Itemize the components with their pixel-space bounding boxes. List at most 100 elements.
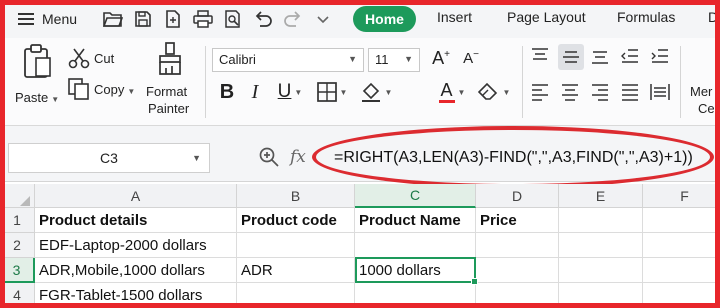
chevron-down-icon: ▼ xyxy=(404,54,413,64)
cell-b3[interactable]: ADR xyxy=(237,258,355,283)
row-header-3[interactable]: 3 xyxy=(0,258,35,283)
align-bottom-button[interactable] xyxy=(590,46,612,68)
cell-f4[interactable] xyxy=(643,283,720,308)
formula-input[interactable]: =RIGHT(A3,LEN(A3)-FIND(",",A3,FIND(",",A… xyxy=(334,149,693,167)
cell-c4[interactable] xyxy=(355,283,476,308)
spreadsheet-grid: A B C D E F 1 2 3 4 Product details Prod… xyxy=(0,184,720,308)
cell-f2[interactable] xyxy=(643,233,720,258)
cell-a2[interactable]: EDF-Laptop-2000 dollars xyxy=(35,233,237,258)
align-right-button[interactable] xyxy=(590,82,612,104)
tab-insert[interactable]: Insert xyxy=(437,9,472,25)
paintbrush-icon xyxy=(159,42,181,75)
cell-b4[interactable] xyxy=(237,283,355,308)
fill-color-icon xyxy=(361,82,380,102)
font-size-select[interactable]: 11 ▼ xyxy=(368,48,420,72)
cell-f3[interactable] xyxy=(643,258,720,283)
cell-d2[interactable] xyxy=(476,233,559,258)
underline-icon: U xyxy=(277,81,292,102)
row-header-1[interactable]: 1 xyxy=(0,208,35,233)
print-preview-icon[interactable] xyxy=(222,8,244,30)
cell-d4[interactable] xyxy=(476,283,559,308)
divider xyxy=(522,46,523,118)
font-color-icon: A xyxy=(438,81,455,103)
menu-button[interactable]: Menu xyxy=(18,8,77,30)
cell-a3[interactable]: ADR,Mobile,1000 dollars xyxy=(35,258,237,283)
undo-icon[interactable] xyxy=(252,8,274,30)
font-name-select[interactable]: Calibri ▼ xyxy=(212,48,364,72)
cell-c2[interactable] xyxy=(355,233,476,258)
scissors-icon xyxy=(68,48,90,69)
cut-button[interactable]: Cut xyxy=(68,47,128,71)
save-icon[interactable] xyxy=(132,8,154,30)
cell-e2[interactable] xyxy=(559,233,643,258)
paste-button[interactable]: Paste ▼ xyxy=(14,44,62,114)
clipboard-icon xyxy=(24,44,51,78)
cell-b2[interactable] xyxy=(237,233,355,258)
underline-button[interactable]: U ▼ xyxy=(272,78,308,106)
format-painter-label-2: Painter xyxy=(148,101,190,116)
cell-a1[interactable]: Product details xyxy=(35,208,237,233)
justify-button[interactable] xyxy=(620,82,642,104)
tab-home[interactable]: Home xyxy=(353,6,416,32)
borders-button[interactable]: ▼ xyxy=(312,78,352,106)
column-header-c[interactable]: C xyxy=(355,184,476,208)
redo-icon[interactable] xyxy=(282,8,304,30)
clear-format-button[interactable]: ▼ xyxy=(474,78,514,106)
copy-button[interactable]: Copy ▼ xyxy=(68,78,140,102)
more-icon[interactable] xyxy=(312,8,334,30)
print-icon[interactable] xyxy=(192,8,214,30)
chevron-down-icon: ▼ xyxy=(348,54,357,64)
decrease-indent-button[interactable] xyxy=(620,46,642,68)
cell-a4[interactable]: FGR-Tablet-1500 dollars xyxy=(35,283,237,308)
shrink-font-icon: A− xyxy=(463,49,479,67)
distributed-button[interactable] xyxy=(650,82,672,104)
fill-color-button[interactable]: ▼ xyxy=(356,78,396,106)
bold-button[interactable]: B xyxy=(214,78,240,106)
cell-e4[interactable] xyxy=(559,283,643,308)
zoom-icon[interactable] xyxy=(258,146,280,168)
open-folder-icon[interactable] xyxy=(102,8,124,30)
tab-page-layout[interactable]: Page Layout xyxy=(507,9,586,25)
column-header-a[interactable]: A xyxy=(35,184,237,208)
row-header-4[interactable]: 4 xyxy=(0,283,35,308)
align-left-button[interactable] xyxy=(530,82,552,104)
format-painter-label-1: Format xyxy=(146,84,188,99)
eraser-icon xyxy=(477,83,497,100)
font-color-button[interactable]: A ▼ xyxy=(432,78,472,106)
align-middle-button[interactable] xyxy=(558,44,584,70)
cell-d1[interactable]: Price xyxy=(476,208,559,233)
column-header-d[interactable]: D xyxy=(476,184,559,208)
merge-center-label-partial[interactable]: Mer xyxy=(690,84,712,99)
column-header-f[interactable]: F xyxy=(643,184,720,208)
name-box[interactable]: C3 ▼ xyxy=(8,143,210,173)
align-center-button[interactable] xyxy=(560,82,582,104)
chevron-down-icon: ▼ xyxy=(127,87,136,96)
shrink-font-button[interactable]: A− xyxy=(458,46,484,70)
tab-data-partial[interactable]: D xyxy=(708,9,718,25)
menu-bar: Menu Home Insert Page Layout Formulas D xyxy=(0,0,720,38)
column-header-b[interactable]: B xyxy=(237,184,355,208)
increase-indent-button[interactable] xyxy=(650,46,672,68)
cell-f1[interactable] xyxy=(643,208,720,233)
italic-button[interactable]: I xyxy=(244,78,266,106)
fx-icon[interactable]: fx xyxy=(290,147,306,167)
tab-formulas[interactable]: Formulas xyxy=(617,9,675,25)
row-header-2[interactable]: 2 xyxy=(0,233,35,258)
cell-e3[interactable] xyxy=(559,258,643,283)
cell-c3[interactable]: 1000 dollars xyxy=(355,258,476,283)
grow-font-button[interactable]: A+ xyxy=(428,46,454,70)
copy-icon xyxy=(68,78,89,100)
cell-e1[interactable] xyxy=(559,208,643,233)
align-center-icon xyxy=(562,84,578,101)
cell-d3[interactable] xyxy=(476,258,559,283)
font-size-value: 11 xyxy=(375,52,389,67)
decrease-indent-icon xyxy=(621,49,638,63)
cell-b1[interactable]: Product code xyxy=(237,208,355,233)
increase-indent-icon xyxy=(651,49,668,63)
format-painter-button[interactable]: Format Painter xyxy=(144,42,196,118)
align-top-button[interactable] xyxy=(530,46,552,68)
align-middle-icon xyxy=(563,51,579,63)
column-header-e[interactable]: E xyxy=(559,184,643,208)
cell-c1[interactable]: Product Name xyxy=(355,208,476,233)
export-icon[interactable] xyxy=(162,8,184,30)
